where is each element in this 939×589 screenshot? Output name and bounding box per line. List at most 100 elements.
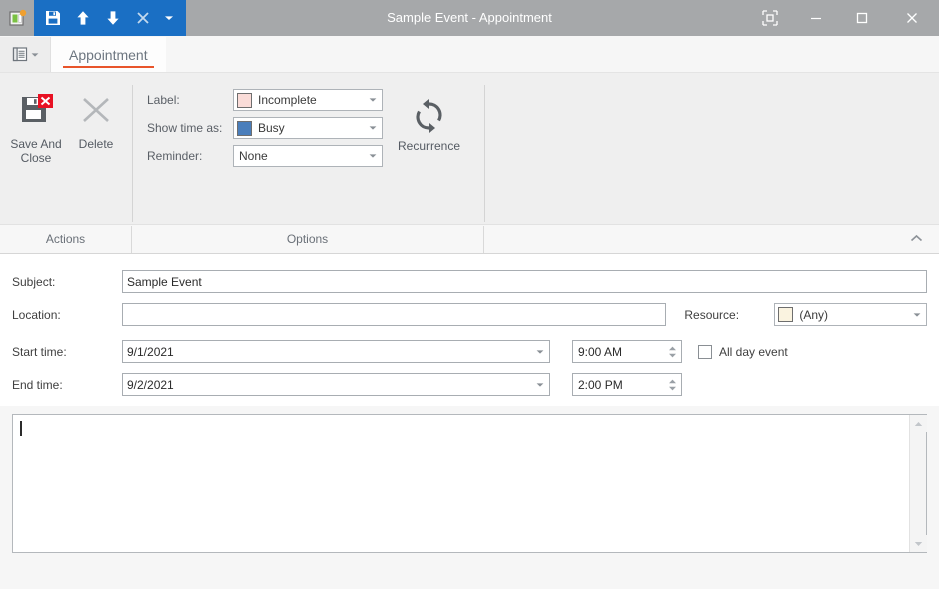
qat-previous-button[interactable] (68, 0, 98, 36)
chevron-down-icon (31, 52, 38, 57)
subject-input[interactable]: Sample Event (122, 270, 927, 293)
scroll-up-button[interactable] (909, 415, 927, 432)
notes-textarea[interactable] (13, 415, 909, 552)
status-bar (0, 567, 939, 589)
reminder-combobox[interactable]: None (233, 145, 383, 167)
reminder-field-row: Reminder: None (147, 145, 383, 167)
label-field-row: Label: Incomplete (147, 89, 383, 111)
all-day-event-label: All day event (719, 344, 788, 359)
scroll-down-icon (914, 541, 922, 546)
quick-access-toolbar (34, 0, 186, 36)
location-label: Location: (12, 307, 61, 322)
delete-button[interactable]: Delete (66, 85, 126, 153)
chevron-up-icon (910, 234, 922, 242)
recurrence-label: Recurrence (397, 139, 461, 153)
label-combobox[interactable]: Incomplete (233, 89, 383, 111)
subject-row: Subject: Sample Event (12, 270, 927, 293)
end-time-input[interactable]: 2:00 PM (572, 373, 682, 396)
group-label-actions: Actions (0, 225, 132, 253)
chevron-down-icon[interactable] (366, 97, 380, 103)
ribbon-group-options: Label: Incomplete Show time as: Busy Rem… (133, 77, 484, 224)
end-date-value: 9/2/2021 (127, 377, 174, 392)
title-bar: Sample Event - Appointment (0, 0, 939, 36)
chevron-down-icon[interactable] (366, 153, 380, 159)
ribbon-display-options-button[interactable] (747, 0, 793, 36)
show-time-as-label: Show time as: (147, 121, 223, 135)
spinner-down-icon (669, 353, 676, 357)
end-time-spinner[interactable] (666, 379, 679, 391)
text-caret (20, 421, 21, 436)
appointment-form: Subject: Sample Event Location: Resource… (0, 254, 939, 406)
end-time-value: 2:00 PM (578, 377, 623, 392)
notes-field[interactable] (12, 414, 927, 553)
resource-value: (Any) (799, 307, 829, 322)
start-time-spinner[interactable] (666, 346, 679, 358)
start-time-row: Start time: 9/1/2021 9:00 AM All day eve… (12, 340, 927, 363)
location-input[interactable] (122, 303, 667, 326)
end-date-input[interactable]: 9/2/2021 (122, 373, 550, 396)
chevron-down-icon[interactable] (366, 125, 380, 131)
reminder-value: None (239, 149, 268, 163)
ribbon-group-actions: Save And Close Delete (0, 77, 132, 224)
ribbon-group-labels: Actions Options (0, 224, 939, 253)
checkbox-box[interactable] (698, 344, 712, 359)
end-time-label: End time: (12, 377, 63, 392)
start-date-input[interactable]: 9/1/2021 (122, 340, 550, 363)
busy-color-swatch (237, 120, 252, 136)
application-icon (0, 0, 34, 36)
tab-appointment-label: Appointment (69, 46, 148, 63)
resource-label: Resource: (684, 307, 740, 322)
recurrence-icon (416, 99, 442, 133)
show-time-as-value: Busy (258, 121, 285, 135)
collapse-ribbon-button[interactable] (903, 225, 929, 252)
delete-label: Delete (78, 137, 114, 151)
spinner-up-icon (669, 379, 676, 383)
qat-delete-button[interactable] (128, 0, 158, 36)
location-row: Location: Resource: (Any) (12, 303, 927, 326)
start-date-value: 9/1/2021 (127, 344, 174, 359)
subject-value: Sample Event (127, 274, 202, 289)
subject-label: Subject: (12, 274, 56, 289)
resource-color-swatch (778, 307, 794, 322)
chevron-down-icon[interactable] (532, 373, 548, 396)
show-time-as-combobox[interactable]: Busy (233, 117, 383, 139)
ribbon-group-divider-2 (484, 85, 485, 222)
start-time-label: Start time: (12, 344, 67, 359)
save-and-close-button[interactable]: Save And Close (6, 85, 66, 167)
appointment-window: Sample Event - Appointment Appointment S… (0, 0, 939, 589)
chevron-down-icon[interactable] (910, 312, 924, 318)
start-time-value: 9:00 AM (578, 344, 623, 359)
resource-combobox[interactable]: (Any) (774, 303, 927, 326)
spinner-up-icon (669, 346, 676, 350)
notes-scrollbar[interactable] (909, 415, 927, 552)
label-color-swatch (237, 92, 252, 108)
file-menu-button[interactable] (0, 37, 51, 72)
scroll-up-icon (914, 421, 922, 426)
tab-appointment[interactable]: Appointment (51, 37, 166, 72)
ribbon-groups: Save And Close Delete Label: Incomplete … (0, 73, 939, 224)
spinner-down-icon (669, 386, 676, 390)
end-time-row: End time: 9/2/2021 2:00 PM (12, 373, 927, 396)
qat-save-button[interactable] (38, 0, 68, 36)
save-and-close-label-line2: Close (20, 151, 52, 165)
chevron-down-icon[interactable] (532, 340, 548, 363)
ribbon-tab-strip: Appointment (0, 36, 939, 73)
show-time-as-field-row: Show time as: Busy (147, 117, 383, 139)
start-time-input[interactable]: 9:00 AM (572, 340, 682, 363)
all-day-event-checkbox[interactable]: All day event (698, 344, 788, 359)
qat-next-button[interactable] (98, 0, 128, 36)
options-fields: Label: Incomplete Show time as: Busy Rem… (139, 85, 391, 167)
close-button[interactable] (885, 0, 939, 36)
reminder-label: Reminder: (147, 149, 203, 163)
window-controls (747, 0, 939, 36)
delete-x-icon (83, 98, 109, 122)
qat-customize-button[interactable] (158, 0, 180, 36)
label-value: Incomplete (258, 93, 317, 107)
minimize-button[interactable] (793, 0, 839, 36)
ribbon: Save And Close Delete Label: Incomplete … (0, 73, 939, 254)
recurrence-button[interactable]: Recurrence (391, 85, 467, 155)
scroll-down-button[interactable] (909, 535, 927, 552)
save-and-close-label-line1: Save And (10, 137, 62, 151)
save-and-close-icon (22, 94, 53, 122)
maximize-button[interactable] (839, 0, 885, 36)
